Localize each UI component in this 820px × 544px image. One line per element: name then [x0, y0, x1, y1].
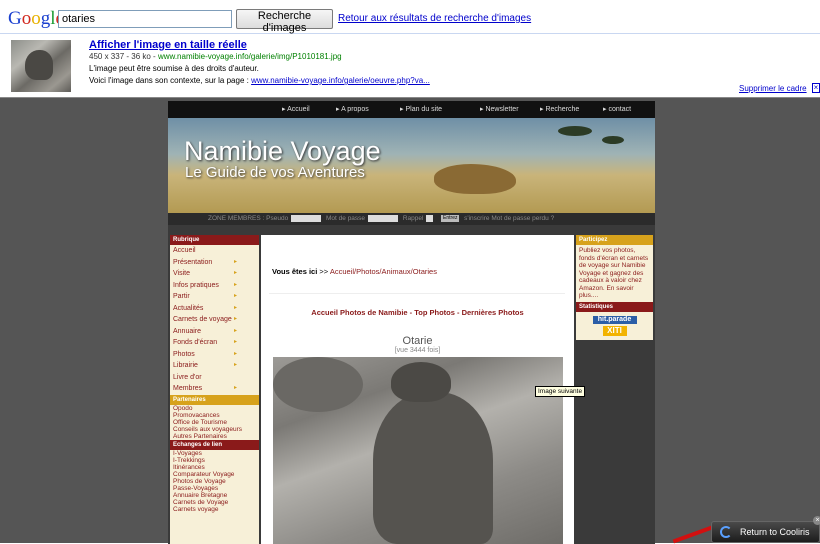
password-field[interactable]: [368, 214, 399, 222]
menu-item[interactable]: Infos pratiques ▸: [170, 280, 259, 292]
photo-views: [vue 3444 fois]: [394, 347, 441, 354]
xiti-logo[interactable]: XITI: [602, 325, 627, 336]
breadcrumb-path[interactable]: Accueil/Photos/Animaux/Otaries: [330, 267, 437, 276]
seal-shape: [391, 362, 451, 402]
remember-checkbox[interactable]: [426, 214, 434, 222]
stats-heading: Statistiques: [576, 301, 653, 312]
partner-link[interactable]: Autres Partenaires: [170, 433, 259, 440]
menu-heading: Rubrique: [170, 235, 259, 245]
seal-shape: [273, 357, 363, 412]
menu-item[interactable]: Carnets de voyage ▸: [170, 314, 259, 326]
links-heading: Echanges de lien: [170, 439, 259, 450]
google-search-row: Google Recherche d'images Retour aux rés…: [0, 8, 820, 34]
partner-link[interactable]: Conseils aux voyageurs: [170, 426, 259, 433]
cooliris-icon: [720, 526, 732, 538]
close-icon[interactable]: ×: [813, 516, 820, 525]
menu-item[interactable]: Annuaire ▸: [170, 326, 259, 338]
partner-link[interactable]: Opodo: [170, 405, 259, 412]
menu-item[interactable]: Actualités ▸: [170, 303, 259, 315]
nav-contact[interactable]: ▸ contact: [603, 105, 631, 113]
divider: [269, 293, 565, 294]
tree-shape: [602, 136, 624, 144]
nav-newsletter[interactable]: ▸ Newsletter: [480, 105, 519, 113]
nav-accueil[interactable]: ▸ Accueil: [282, 105, 310, 113]
exchange-link[interactable]: I-Voyages: [170, 450, 259, 457]
nav-recherche[interactable]: ▸ Recherche: [540, 105, 579, 113]
menu-item[interactable]: Fonds d'écran ▸: [170, 337, 259, 349]
seal-shape: [373, 392, 493, 544]
login-button[interactable]: Entrez: [441, 214, 460, 222]
namibie-site: ▸ Accueil ▸ A propos ▸ Plan du site ▸ Ne…: [168, 101, 655, 544]
menu-item[interactable]: Librairie ▸: [170, 360, 259, 372]
exchange-link[interactable]: Photos de Voyage: [170, 478, 259, 485]
exchange-link[interactable]: Comparateur Voyage: [170, 471, 259, 478]
site-title: Namibie Voyage: [184, 136, 381, 166]
partner-link[interactable]: Office de Tourisme: [170, 419, 259, 426]
image-thumbnail[interactable]: [11, 40, 71, 92]
exchange-link[interactable]: I-Trekkings: [170, 457, 259, 464]
menu-item[interactable]: Photos ▸: [170, 349, 259, 361]
hitparade-logo[interactable]: hit.parade: [592, 315, 637, 324]
site-nav: ▸ Accueil ▸ A propos ▸ Plan du site ▸ Ne…: [168, 101, 655, 118]
breadcrumb: Vous êtes ici >> Accueil/Photos/Animaux/…: [272, 267, 437, 276]
left-column: Rubrique Accueil Présentation ▸ Visite ▸ I…: [170, 235, 259, 544]
search-images-button[interactable]: Recherche d'images: [236, 9, 333, 34]
search-input[interactable]: [58, 10, 232, 28]
image-meta: 450 x 337 - 36 ko - www.namibie-voyage.i…: [89, 52, 342, 61]
menu-item[interactable]: Livre d'or: [170, 372, 259, 384]
google-image-bar: Google Recherche d'images Retour aux rés…: [0, 0, 820, 97]
pseudo-field[interactable]: [291, 214, 322, 222]
seal-photo[interactable]: [273, 357, 563, 544]
remove-frame-link[interactable]: Supprimer le cadre: [739, 84, 807, 93]
stats-box: hit.parade XITI: [576, 311, 653, 340]
google-logo[interactable]: Google: [8, 8, 64, 30]
members-bar: ZONE MEMBRES : Pseudo Mot de passe Rappe…: [168, 213, 655, 225]
exchange-link[interactable]: Carnets de Voyage: [170, 499, 259, 506]
main-content: Vous êtes ici >> Accueil/Photos/Animaux/…: [261, 235, 574, 544]
close-icon[interactable]: ×: [812, 83, 820, 93]
nav-apropos[interactable]: ▸ A propos: [336, 105, 369, 113]
exchange-link[interactable]: Passe-Voyages: [170, 485, 259, 492]
site-banner: Namibie Voyage Le Guide de vos Aventures: [168, 118, 655, 213]
partner-link[interactable]: Promovacances: [170, 412, 259, 419]
gallery-links[interactable]: Accueil Photos de Namibie - Top Photos -…: [261, 308, 574, 317]
next-image-tooltip: Image suivante: [535, 386, 586, 397]
full-size-link[interactable]: Afficher l'image en taille réelle: [89, 39, 430, 51]
context-page-link[interactable]: www.namibie-voyage.info/galerie/oeuvre.p…: [251, 76, 430, 85]
menu-item[interactable]: Partir ▸: [170, 291, 259, 303]
cooliris-label: Return to Cooliris: [740, 527, 810, 537]
exchange-link[interactable]: Itinérances: [170, 464, 259, 471]
exchange-link[interactable]: Carnets voyage: [170, 506, 259, 513]
menu-item[interactable]: Visite ▸: [170, 268, 259, 280]
nav-plan[interactable]: ▸ Plan du site: [400, 105, 442, 113]
rights-notice: L'image peut être soumise à des droits d…: [89, 64, 259, 73]
return-to-cooliris-button[interactable]: Return to Cooliris ×: [711, 516, 820, 543]
right-column: Participez Publiez vos photos, fonds d'é…: [576, 235, 653, 350]
lion-image: [434, 164, 516, 194]
exchange-link[interactable]: Annuaire Bretagne: [170, 492, 259, 499]
members-links[interactable]: s'inscrire Mot de passe perdu ?: [464, 215, 554, 222]
participate-text[interactable]: Publiez vos photos, fonds d'écran et car…: [576, 245, 653, 302]
image-info: Afficher l'image en taille réelle 450 x …: [89, 39, 430, 87]
menu-item[interactable]: Présentation ▸: [170, 257, 259, 269]
partners-heading: Partenaires: [170, 394, 259, 405]
photo-title: Otarie: [402, 335, 433, 347]
framed-page: ▸ Accueil ▸ A propos ▸ Plan du site ▸ Ne…: [0, 97, 820, 544]
back-to-results-link[interactable]: Retour aux résultats de recherche d'imag…: [338, 13, 531, 24]
context-line: Voici l'image dans son contexte, sur la …: [89, 76, 430, 85]
tree-shape: [558, 126, 592, 136]
menu-item[interactable]: Accueil: [170, 245, 259, 257]
participate-heading: Participez: [576, 235, 653, 245]
menu-item[interactable]: Membres ▸: [170, 383, 259, 395]
site-subtitle: Le Guide de vos Aventures: [185, 164, 365, 181]
